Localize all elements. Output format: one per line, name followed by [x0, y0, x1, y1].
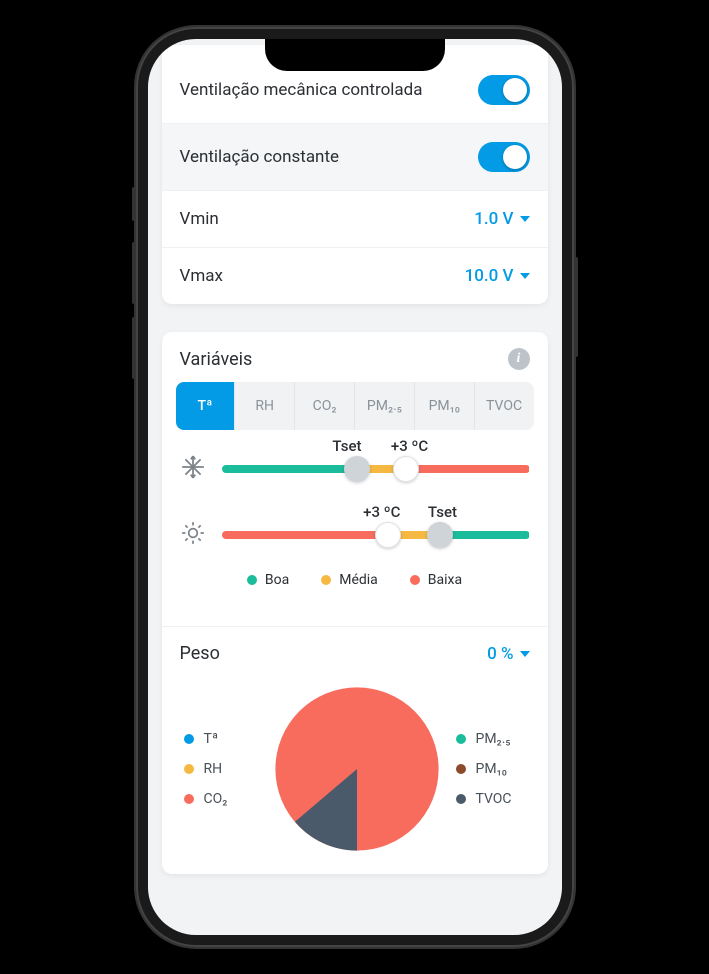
chevron-down-icon: [520, 273, 530, 279]
heat-handle-offset[interactable]: [375, 522, 401, 548]
tab-rh[interactable]: RH: [235, 382, 295, 430]
heat-slider[interactable]: +3 ºC Tset: [222, 531, 530, 539]
tab-pm10[interactable]: PM₁₀: [415, 382, 475, 430]
legend-ta: Tª: [184, 731, 268, 747]
vmc-label: Ventilação mecânica controlada: [180, 80, 423, 100]
dot-good: [247, 575, 257, 585]
peso-legend-right: PM₂.₅ PM₁₀ TVOC: [446, 731, 540, 807]
dot-mid: [321, 575, 331, 585]
constant-vent-row: Ventilação constante: [162, 124, 548, 191]
variables-card: Variáveis i Tª RH CO₂ PM₂.₅ PM₁₀ TVOC: [162, 332, 548, 874]
peso-title: Peso: [180, 643, 220, 664]
legend-co2: CO₂: [184, 791, 268, 807]
heat-offset-label: +3 ºC: [363, 503, 400, 521]
sun-icon: [180, 520, 208, 550]
chevron-down-icon: [520, 216, 530, 222]
vmin-row[interactable]: Vmin 1.0 V: [162, 191, 548, 248]
quality-legend: Boa Média Baixa: [180, 568, 530, 608]
chevron-down-icon: [520, 651, 530, 657]
phone-notch: [265, 39, 445, 71]
dot-low: [410, 575, 420, 585]
variables-header: Variáveis i: [162, 332, 548, 382]
legend-tvoc: TVOC: [456, 791, 540, 807]
variable-tabs: Tª RH CO₂ PM₂.₅ PM₁₀ TVOC: [176, 382, 534, 430]
constant-vent-toggle[interactable]: [478, 142, 530, 172]
peso-legend-left: Tª RH CO₂: [170, 731, 268, 807]
info-icon[interactable]: i: [508, 348, 530, 370]
cool-slider-row: Tset +3 ºC: [180, 454, 530, 484]
cool-handle-offset[interactable]: [393, 456, 419, 482]
heat-slider-row: +3 ºC Tset: [180, 520, 530, 550]
tab-tvoc[interactable]: TVOC: [475, 382, 534, 430]
tab-co2[interactable]: CO₂: [295, 382, 355, 430]
tab-pm25[interactable]: PM₂.₅: [355, 382, 415, 430]
tab-temperature[interactable]: Tª: [176, 382, 236, 430]
constant-vent-label: Ventilação constante: [180, 147, 340, 167]
vmax-row[interactable]: Vmax 10.0 V: [162, 248, 548, 304]
cool-handle-tset[interactable]: [344, 456, 370, 482]
vmin-label: Vmin: [180, 209, 219, 229]
peso-pie-chart: [272, 684, 442, 854]
ventilation-settings-card: Ventilação mecânica controlada Ventilaçã…: [162, 45, 548, 304]
legend-pm25: PM₂.₅: [456, 731, 540, 747]
vmax-label: Vmax: [180, 266, 223, 286]
vmc-toggle[interactable]: [478, 75, 530, 105]
legend-pm10: PM₁₀: [456, 761, 540, 777]
legend-rh: RH: [184, 761, 268, 777]
cool-tset-label: Tset: [332, 437, 361, 455]
cool-slider[interactable]: Tset +3 ºC: [222, 465, 530, 473]
peso-value: 0 %: [487, 644, 529, 664]
snowflake-icon: [180, 454, 208, 484]
heat-handle-tset[interactable]: [427, 522, 453, 548]
variables-title: Variáveis: [180, 349, 253, 370]
vmax-value: 10.0 V: [465, 266, 530, 286]
vmin-value: 1.0 V: [474, 209, 529, 229]
heat-tset-label: Tset: [428, 503, 457, 521]
peso-body: Tª RH CO₂ PM₂.₅ PM₁₀ TVOC: [162, 676, 548, 874]
cool-offset-label: +3 ºC: [391, 437, 428, 455]
peso-header[interactable]: Peso 0 %: [162, 627, 548, 676]
